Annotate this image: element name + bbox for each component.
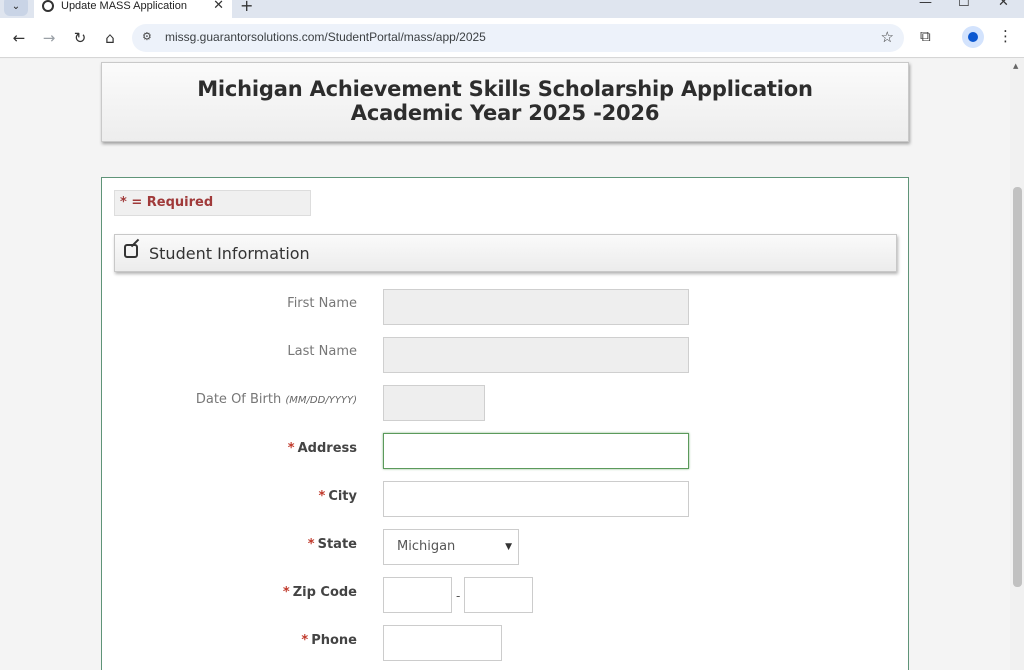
address-label-text: Address [297, 441, 357, 456]
globe-icon [42, 0, 54, 12]
edit-icon [124, 244, 138, 258]
scroll-up-arrow-icon[interactable]: ▲ [1013, 62, 1018, 70]
first-name-label-text: First Name [287, 296, 357, 311]
chevron-down-icon: ▼ [505, 542, 512, 552]
menu-icon[interactable]: ⋮ [998, 27, 1013, 45]
profile-icon[interactable] [962, 26, 984, 48]
city-input[interactable] [383, 481, 689, 517]
page-subtitle: Academic Year 2025 -2026 [350, 101, 660, 125]
state-label-text: State [317, 537, 357, 552]
zip-code-input[interactable] [383, 577, 452, 613]
state-select[interactable]: Michigan ▼ [383, 529, 519, 565]
last-name-label: Last Name [287, 344, 357, 359]
city-label-text: City [328, 489, 357, 504]
tab-title: Update MASS Application [61, 0, 187, 12]
extensions-icon[interactable]: ⧉ [920, 27, 931, 45]
first-name-input[interactable] [383, 289, 689, 325]
page-title: Michigan Achievement Skills Scholarship … [197, 77, 813, 101]
tab-close-icon[interactable]: ✕ [213, 0, 224, 13]
home-icon[interactable]: ⌂ [100, 29, 120, 47]
url-text[interactable]: missg.guarantorsolutions.com/StudentPort… [165, 30, 486, 44]
dob-format-hint: (MM/DD/YYYY) [285, 395, 357, 406]
tab-search-button[interactable]: ⌄ [4, 0, 28, 16]
phone-input[interactable] [383, 625, 502, 661]
vertical-scrollbar[interactable]: ▲ [1010, 59, 1024, 670]
minimize-button[interactable]: — [919, 0, 932, 10]
required-marker: * [282, 585, 290, 600]
dob-input[interactable] [383, 385, 485, 421]
page-header: Michigan Achievement Skills Scholarship … [101, 62, 909, 142]
close-window-button[interactable]: ✕ [998, 0, 1009, 10]
required-legend: * = Required [114, 190, 311, 216]
section-title: Student Information [149, 244, 310, 263]
city-label: * City [319, 489, 358, 504]
forward-icon[interactable]: → [39, 29, 59, 47]
address-input[interactable] [383, 433, 689, 469]
tab-strip: ⌄ Update MASS Application ✕ + — ☐ ✕ [0, 0, 1024, 18]
chevron-down-icon: ⌄ [11, 0, 21, 12]
maximize-button[interactable]: ☐ [958, 0, 970, 10]
site-info-icon[interactable]: ⚙ [142, 30, 156, 44]
new-tab-button[interactable]: + [240, 0, 253, 15]
state-select-value: Michigan [397, 539, 456, 554]
required-marker: * [287, 441, 295, 456]
browser-tab[interactable]: Update MASS Application ✕ [34, 0, 232, 18]
star-icon[interactable]: ☆ [881, 28, 894, 46]
last-name-label-text: Last Name [287, 344, 357, 359]
dob-label: Date Of Birth (MM/DD/YYYY) [196, 392, 357, 407]
browser-toolbar: ← → ↻ ⌂ ⚙ missg.guarantorsolutions.com/S… [0, 18, 1024, 58]
phone-label-text: Phone [311, 633, 357, 648]
scrollbar-thumb[interactable] [1013, 187, 1022, 587]
zip-separator: - [456, 589, 461, 603]
state-label: * State [308, 537, 357, 552]
address-bar[interactable]: ⚙ missg.guarantorsolutions.com/StudentPo… [132, 24, 904, 52]
required-marker: * [307, 537, 315, 552]
required-marker: * [318, 489, 326, 504]
last-name-input[interactable] [383, 337, 689, 373]
dob-label-text: Date Of Birth [195, 392, 282, 407]
section-header-student-information[interactable]: Student Information [114, 234, 897, 272]
required-marker: * [301, 633, 309, 648]
first-name-label: First Name [287, 296, 357, 311]
address-label: * Address [288, 441, 357, 456]
reload-icon[interactable]: ↻ [70, 29, 90, 47]
page-viewport: Michigan Achievement Skills Scholarship … [0, 59, 1024, 670]
zip-extension-input[interactable] [464, 577, 533, 613]
zip-code-label-text: Zip Code [292, 585, 357, 600]
application-form: * = Required Student Information First N… [101, 177, 909, 670]
zip-code-label: * Zip Code [283, 585, 357, 600]
phone-label: * Phone [301, 633, 357, 648]
back-icon[interactable]: ← [9, 29, 29, 47]
